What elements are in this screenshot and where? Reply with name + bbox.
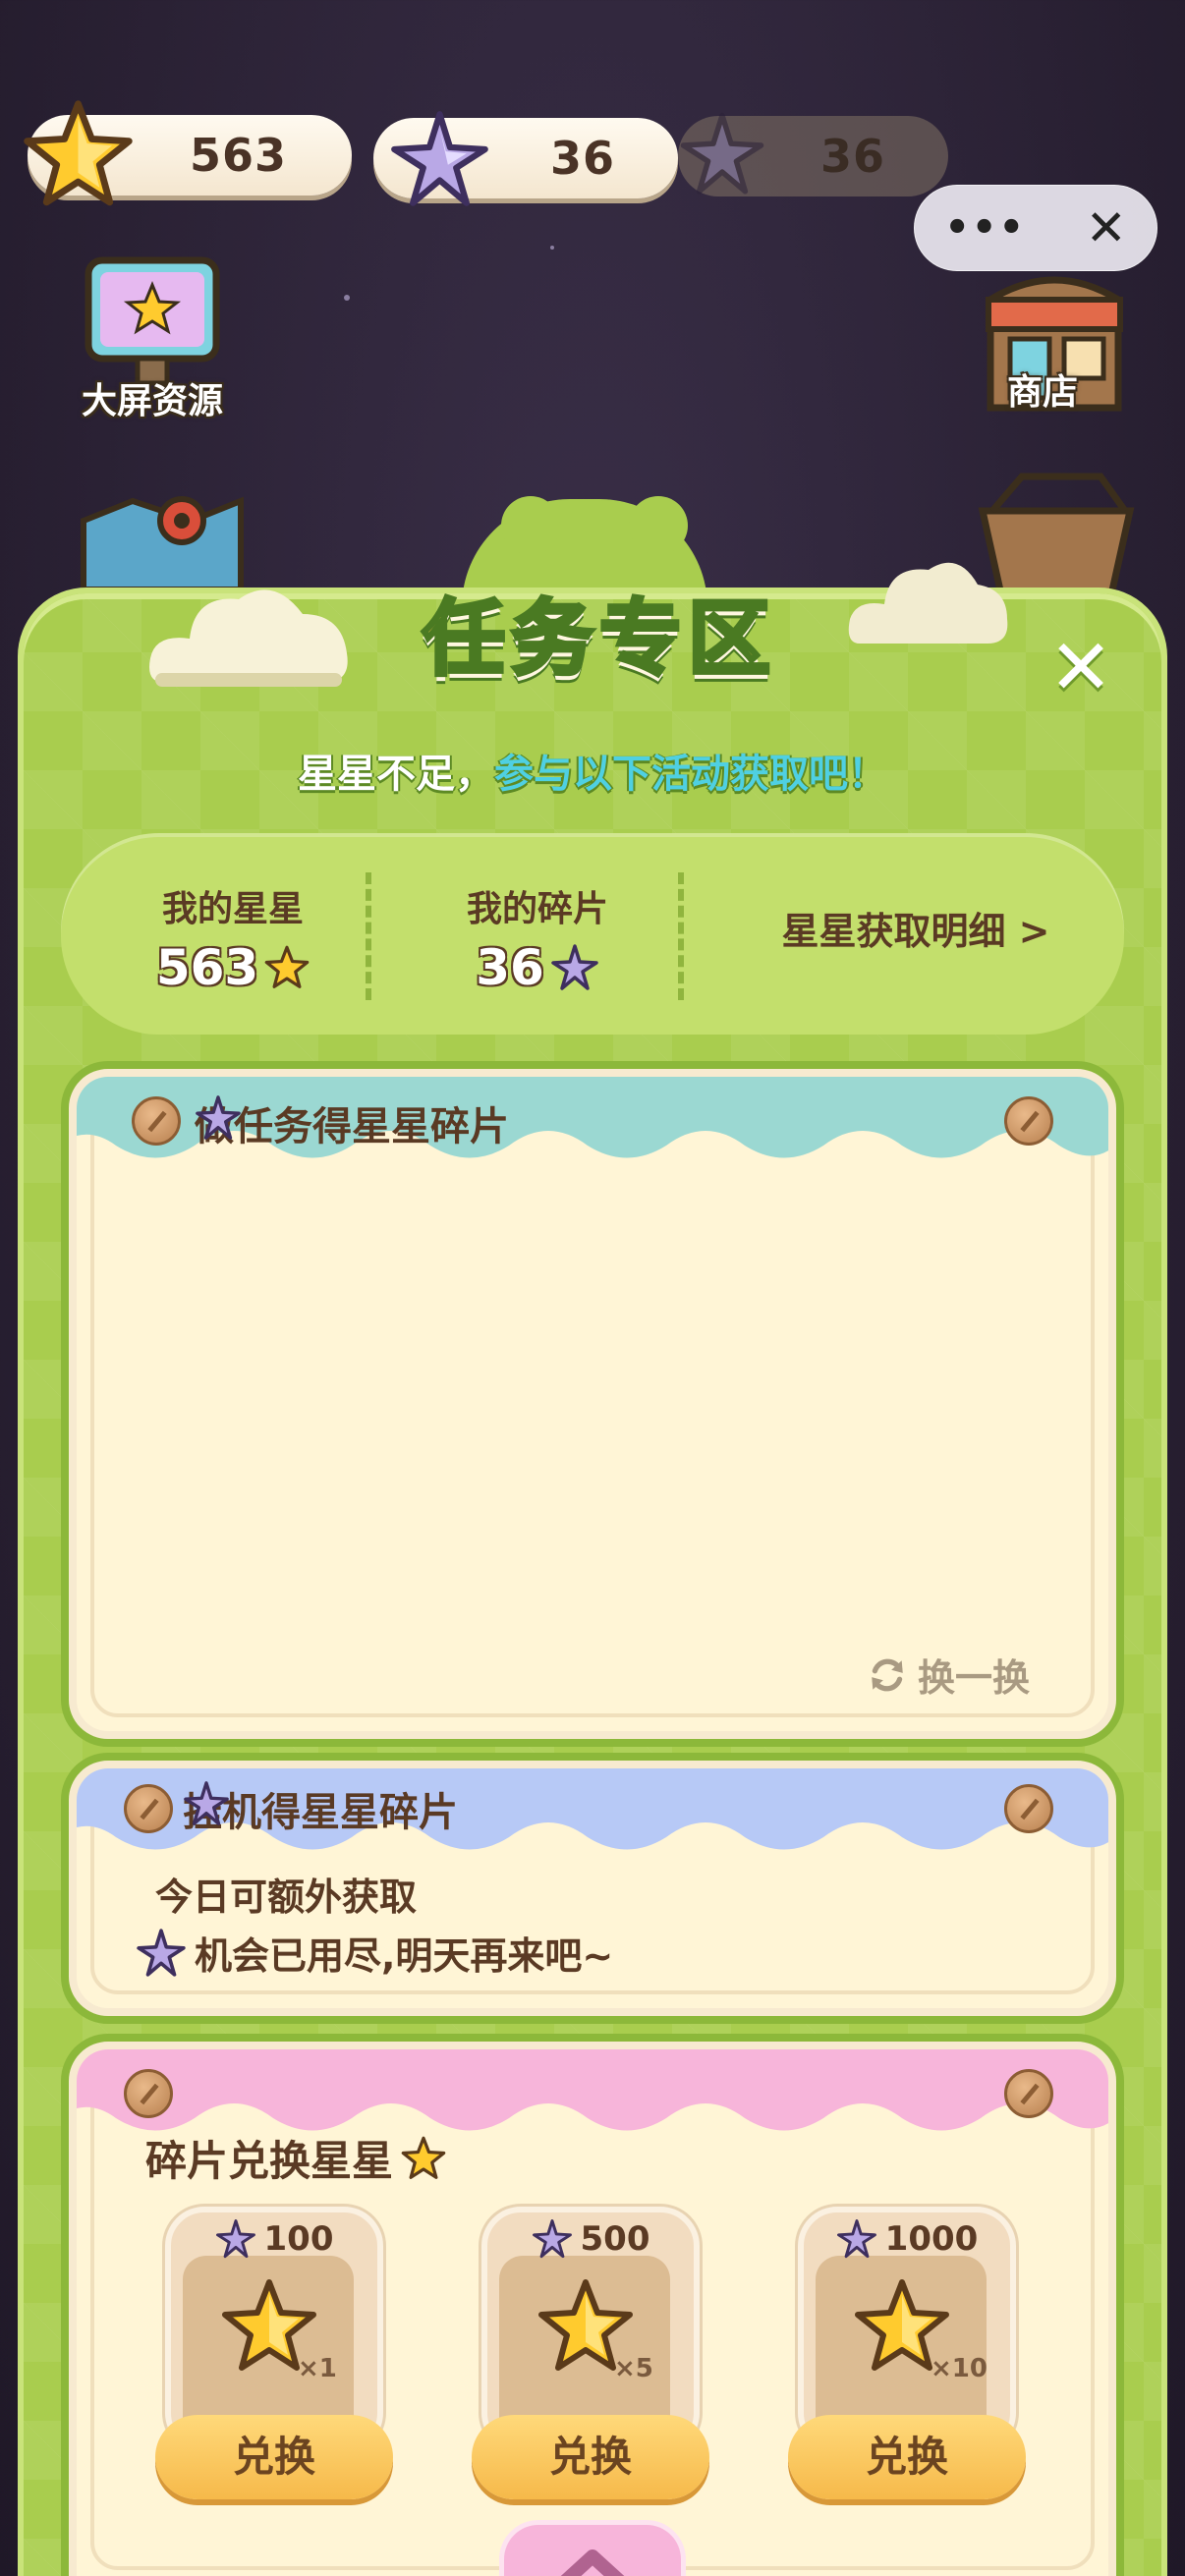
exchange-card-title-text: 碎片兑换星星 [145,2137,394,2185]
background-star [550,246,554,250]
my-fragments-label: 我的碎片 [466,889,608,929]
cloud-right [848,562,1008,644]
exchange-multiplier: ×10 [931,2354,988,2383]
refresh-icon [872,1658,903,1691]
my-fragments-stat: 我的碎片 36 [424,880,650,996]
fragment-icon [215,2219,255,2259]
pin-icon [1004,1096,1053,1146]
tasks-card: 做任务得星星碎片 换一换 [69,1069,1116,1739]
close-icon[interactable]: ✕ [1086,199,1127,256]
more-icon[interactable]: ••• [944,205,1026,251]
collapse-tab[interactable] [499,2520,686,2576]
fragment-icon [391,111,488,206]
chevron-up-icon [560,2549,625,2576]
exchange-item-cost: 1000 [798,2218,1016,2260]
fragment-icon [196,1095,241,1140]
fragment-icon [184,1781,229,1825]
fragment-icon [137,1928,186,1977]
exchange-card-title: 碎片兑换星星 [145,2128,446,2188]
afk-card-header: 挂机得星星碎片 [77,1768,1108,1876]
cloud-left [149,589,348,687]
fragments-count-dim: 36 [820,130,886,183]
my-fragments-value: 36 [476,939,544,996]
big-screen-button[interactable]: 大屏资源 [54,251,251,423]
exchange-button[interactable]: 兑换 [788,2415,1026,2499]
big-screen-label: 大屏资源 [81,381,223,421]
exchange-item: 500 ×5 兑换 [472,2207,709,2499]
panel-title-wrap: 任务专区 [383,570,816,707]
map-icon [81,496,244,589]
exchange-button[interactable]: 兑换 [155,2415,393,2499]
fragment-icon [680,112,764,195]
stats-box: 我的星星 563 我的碎片 36 星星获取明细 > [61,833,1124,1035]
background-star [344,295,350,301]
panel-ear-left [501,496,560,555]
mini-program-capsule: ••• ✕ [914,185,1157,271]
star-icon [264,945,310,988]
my-fragments-value-row: 36 [424,939,650,996]
refresh-label: 换一换 [917,1656,1030,1700]
afk-card: 挂机得星星碎片 今日可额外获取 机会已用尽,明天再来吧~ [69,1761,1116,2016]
pin-icon [124,1784,173,1833]
exchange-item: 100 ×1 兑换 [155,2207,393,2499]
pin-icon [1004,1784,1053,1833]
pin-icon [124,2069,173,2118]
my-stars-label: 我的星星 [161,889,304,929]
my-stars-value: 563 [155,939,259,996]
exchange-cost-value: 500 [580,2219,650,2259]
star-icon [24,100,133,206]
fragment-icon [551,944,598,990]
afk-line-2-text: 机会已用尽,明天再来吧~ [195,1934,614,1978]
exchange-item-cost: 100 [165,2218,383,2260]
panel-subtitle: 星星不足，参与以下活动获取吧！ [0,742,1185,799]
fragment-icon [532,2219,572,2259]
refresh-button[interactable]: 换一换 [867,1648,1030,1702]
exchange-button[interactable]: 兑换 [472,2415,709,2499]
subtitle-highlight: 参与以下活动获取吧！ [494,752,887,797]
exchange-cost-value: 1000 [884,2219,979,2259]
fragments-count: 36 [550,132,616,185]
stars-count: 563 [190,129,288,182]
afk-line-2: 机会已用尽,明天再来吧~ [136,1926,613,1980]
stat-divider [678,872,684,1000]
panel-close-button[interactable]: ✕ [1042,629,1120,707]
my-stars-value-row: 563 [120,939,346,996]
subtitle-prefix: 星星不足， [298,752,494,797]
afk-line-1: 今日可额外获取 [155,1876,418,1919]
exchange-card: 碎片兑换星星 100 ×1 兑换 500 ×5 兑换 1000 ×10 兑换 [69,2042,1116,2576]
shop-button[interactable]: 商店 [968,260,1140,421]
tasks-card-title-text: 做任务得星星碎片 [195,1104,509,1149]
exchange-cost-value: 100 [263,2219,334,2259]
shop-label: 商店 [1007,372,1079,413]
panel-title: 任务专区 [421,588,776,689]
pin-icon [1004,2069,1053,2118]
afk-card-title: 挂机得星星碎片 [183,1780,458,1837]
exchange-item: 1000 ×10 兑换 [788,2207,1026,2499]
fragment-icon [836,2219,876,2259]
tasks-card-header: 做任务得星星碎片 [77,1077,1108,1185]
exchange-multiplier: ×1 [298,2354,337,2383]
star-icon [401,2136,446,2179]
exchange-item-cost: 500 [481,2218,700,2260]
star-detail-link[interactable]: 星星获取明细 > [749,902,1083,961]
tasks-card-title: 做任务得星星碎片 [195,1094,509,1151]
stat-divider [366,872,371,1000]
pin-icon [132,1096,181,1146]
my-stars-stat: 我的星星 563 [120,880,346,996]
exchange-multiplier: ×5 [614,2354,653,2383]
panel-ear-right [629,496,688,555]
